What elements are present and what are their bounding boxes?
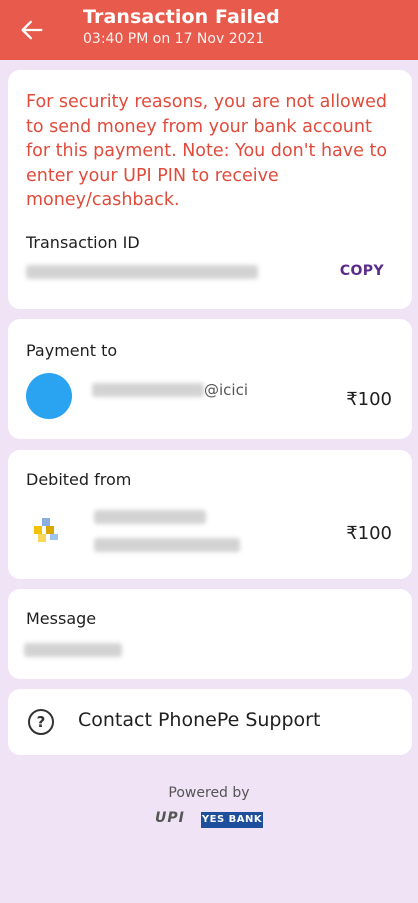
utr-number-redacted: [94, 538, 240, 552]
debited-from-label: Debited from: [26, 470, 132, 489]
page-title: Transaction Failed: [83, 6, 280, 28]
header: Transaction Failed 03:40 PM on 17 Nov 20…: [0, 0, 418, 60]
payment-amount: ₹100: [346, 389, 392, 410]
debited-amount: ₹100: [346, 523, 392, 544]
transaction-id-label: Transaction ID: [26, 233, 140, 252]
back-arrow-icon[interactable]: [18, 16, 46, 44]
payee-upi-suffix: @icici: [204, 381, 248, 399]
powered-by-text: Powered by: [168, 785, 250, 801]
transaction-time: 03:40 PM on 17 Nov 2021: [83, 31, 265, 47]
transaction-id-value-redacted: [26, 265, 258, 279]
copy-button[interactable]: COPY: [340, 263, 384, 279]
payment-to-label: Payment to: [26, 341, 118, 360]
yes-bank-logo: YES BANK: [201, 812, 263, 828]
support-card[interactable]: ? Contact PhonePe Support: [8, 689, 412, 755]
upi-text: UPI: [155, 810, 185, 826]
debited-from-card: Debited from ₹100: [8, 450, 412, 579]
payee-avatar: [26, 373, 72, 419]
payee-upi-redacted: [92, 383, 204, 397]
upi-logo: UPI: [155, 810, 185, 826]
payment-to-card: Payment to @icici ₹100: [8, 319, 412, 439]
help-icon: ?: [28, 709, 54, 735]
message-text-redacted: [24, 643, 122, 657]
message-label: Message: [26, 609, 97, 628]
contact-support-label: Contact PhonePe Support: [78, 709, 321, 731]
bank-logo-icon: [34, 518, 58, 542]
failure-details-card: For security reasons, you are not allowe…: [8, 70, 412, 309]
security-warning-text: For security reasons, you are not allowe…: [26, 92, 388, 210]
account-number-redacted: [94, 510, 206, 524]
message-card: Message: [8, 589, 412, 679]
